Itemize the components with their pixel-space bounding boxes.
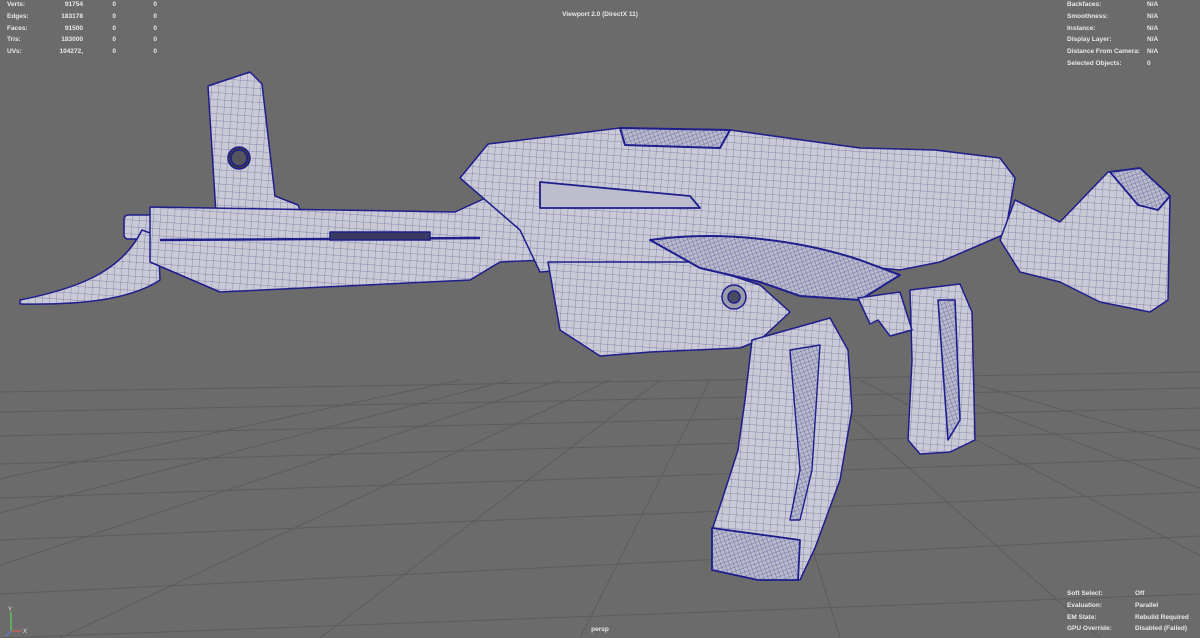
hud-label: Faces: [7, 24, 28, 32]
hud-row: Smoothness: N/A [1067, 11, 1158, 23]
hud-row: Distance From Camera: N/A [1067, 46, 1158, 58]
hud-value: N/A [1147, 12, 1159, 20]
hud-label: Backfaces: [1067, 1, 1102, 8]
hud-row: Soft Select: Off [1067, 588, 1189, 600]
poly-count-hud: Verts: 91754 0 0 Edges: 183178 0 0 Faces… [7, 0, 157, 58]
hud-value: 0 [153, 48, 157, 56]
hud-label: Tris: [7, 36, 21, 44]
hud-row: Backfaces: N/A [1067, 0, 1158, 11]
hud-value: 91500 [64, 24, 83, 32]
hud-value: 104272, [59, 48, 84, 56]
hud-value: 0 [153, 36, 157, 44]
hud-label: Display Layer: [1067, 36, 1112, 44]
hud-value: N/A [1147, 24, 1159, 32]
rifle-model[interactable] [19, 71, 1171, 581]
hud-label: Verts: [7, 1, 26, 8]
hud-label: Smoothness: [1067, 12, 1109, 20]
camera-name: persp [591, 626, 609, 633]
hud-value: Off [1135, 590, 1145, 597]
hud-label: Soft Select: [1067, 590, 1103, 597]
hud-label: Distance From Camera: [1067, 48, 1140, 56]
object-details-hud: Backfaces: N/A Smoothness: N/A Instance:… [1067, 0, 1158, 70]
hud-label: EM State: [1067, 613, 1097, 621]
hud-row-faces: Faces: 91500 0 0 [7, 23, 157, 35]
maya-viewport[interactable]: Y X Verts: 91754 0 0 Edges: 183178 0 0 F… [0, 0, 1200, 638]
hud-value: 0 [1147, 59, 1151, 67]
hud-value: 183000 [61, 36, 83, 44]
hud-value: N/A [1147, 36, 1159, 44]
hud-label: Instance: [1067, 24, 1096, 32]
hud-label: UVs: [7, 48, 22, 56]
hud-value: 0 [112, 24, 116, 32]
renderer-label: Viewport 2.0 (DirectX 11) [562, 11, 638, 18]
hud-value: N/A [1147, 48, 1159, 56]
hud-row-uvs: UVs: 104272, 0 0 [7, 46, 157, 58]
hud-value: 0 [112, 1, 116, 8]
axis-y-label: Y [8, 607, 12, 613]
hud-row: Selected Objects: 0 [1067, 58, 1158, 70]
viewport-scene[interactable]: Y X [0, 0, 1200, 638]
hud-value: 91754 [64, 1, 83, 8]
hud-value: N/A [1147, 1, 1159, 8]
hud-row: Evaluation: Parallel [1067, 600, 1189, 612]
hud-value: 0 [112, 48, 116, 56]
hud-label: Evaluation: [1067, 601, 1103, 609]
hud-row: Instance: N/A [1067, 23, 1158, 35]
hud-value: 0 [153, 1, 157, 8]
hud-row-tris: Tris: 183000 0 0 [7, 34, 157, 46]
hud-row: EM State: Rebuild Required [1067, 612, 1189, 624]
hud-row: Display Layer: N/A [1067, 34, 1158, 46]
ground-grid [0, 371, 1200, 638]
hud-row-verts: Verts: 91754 0 0 [7, 0, 157, 11]
hud-value: 0 [153, 24, 157, 32]
hud-label: Selected Objects: [1067, 59, 1122, 67]
hud-value: 0 [112, 36, 116, 44]
hud-value: Rebuild Required [1135, 613, 1189, 621]
hud-value: Parallel [1135, 601, 1159, 609]
